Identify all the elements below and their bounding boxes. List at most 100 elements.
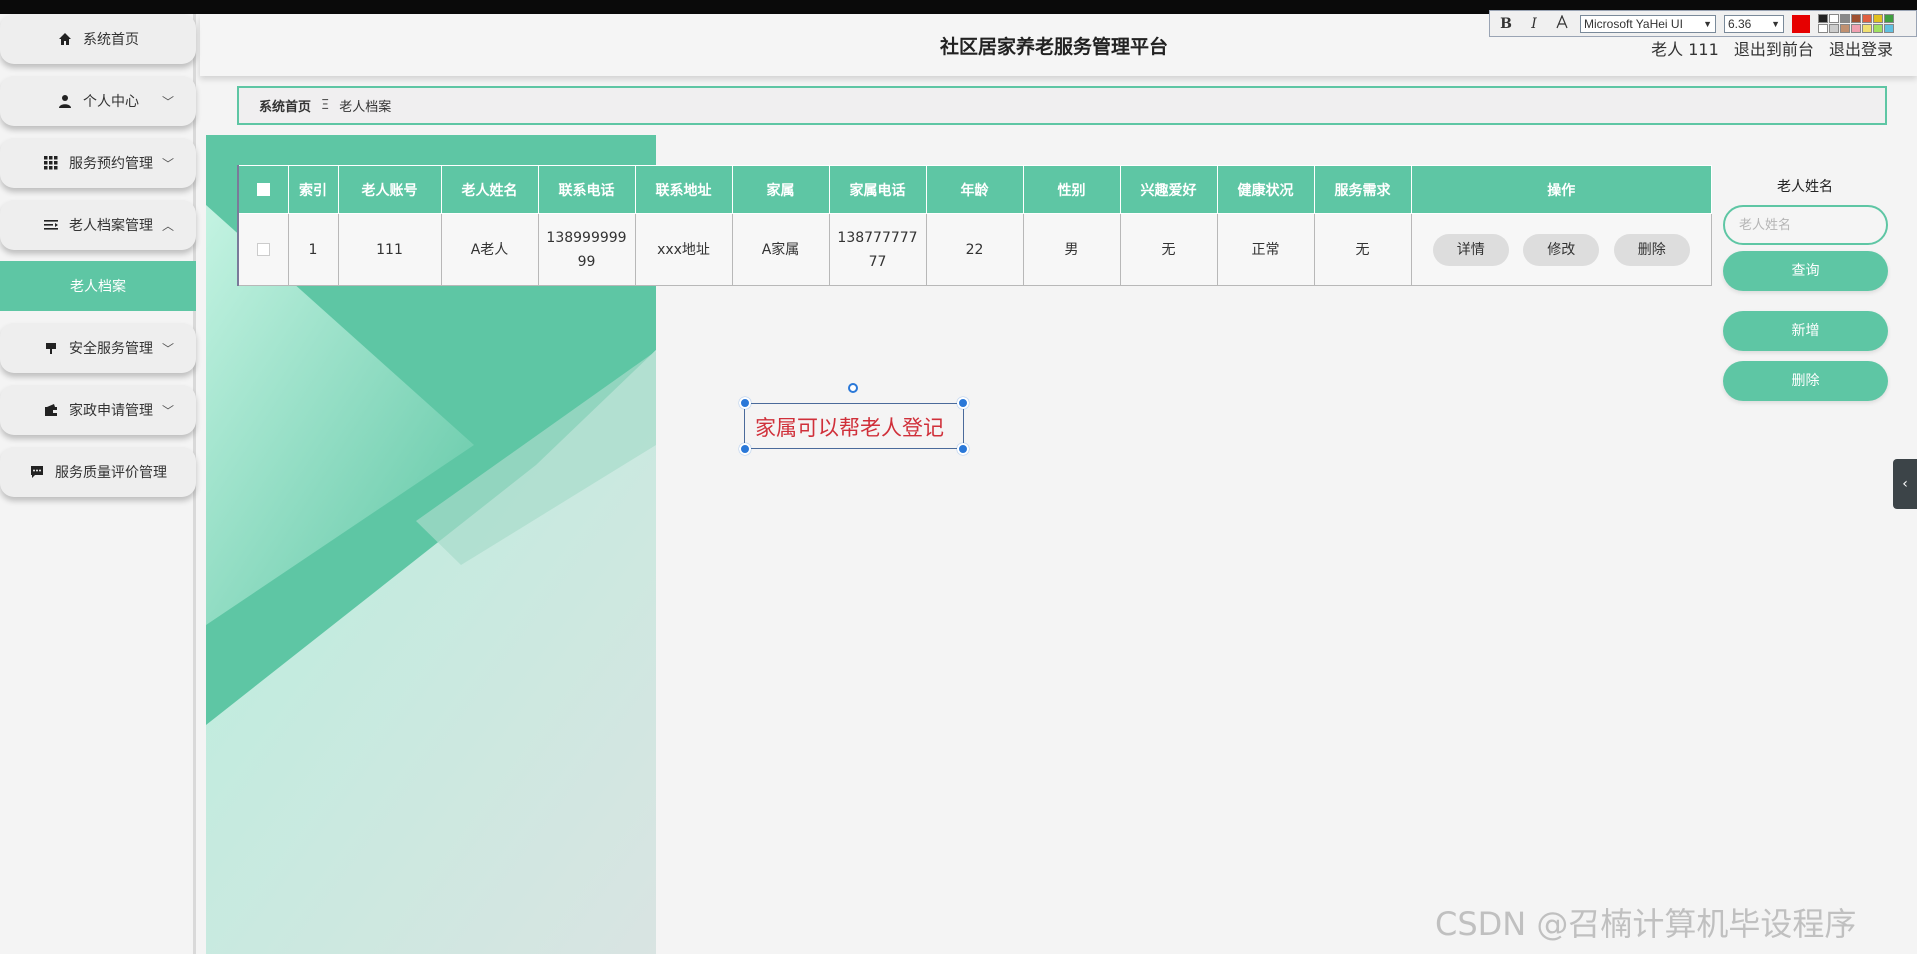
sidebar-item-label: 个人中心	[83, 94, 139, 110]
row-checkbox[interactable]	[256, 243, 270, 256]
cell-gender: 男	[1022, 213, 1121, 286]
sidebar: 系统首页 个人中心 ﹀ 服务预约管理 ﹀ 老人档案管理 ︿ 老人档案 安全服务管…	[0, 14, 196, 954]
sidebar-subitem-label: 老人档案	[70, 279, 126, 295]
column-header: 联系地址	[634, 165, 733, 214]
page-title: 社区居家养老服务管理平台	[940, 36, 1169, 58]
sidebar-item-home[interactable]: 系统首页	[0, 14, 196, 64]
sidebar-item-quality-review[interactable]: 服务质量评价管理	[0, 447, 196, 497]
cell-hobby: 无	[1119, 213, 1218, 286]
phone-line: 77	[868, 253, 887, 270]
cell-name: A老人	[440, 213, 539, 286]
chat-icon	[29, 464, 45, 480]
column-header: 老人姓名	[440, 165, 539, 214]
search-input[interactable]	[1723, 205, 1888, 245]
font-name-select[interactable]: Microsoft YaHei UI ▼	[1580, 14, 1716, 33]
breadcrumb: 系统首页 Ξ 老人档案	[237, 86, 1887, 125]
collapse-tab[interactable]: ‹	[1893, 459, 1917, 509]
sidebar-subitem-elder-archive[interactable]: 老人档案	[0, 261, 196, 311]
sidebar-item-label: 服务质量评价管理	[55, 465, 167, 481]
user-icon	[57, 93, 73, 109]
sidebar-item-label: 家政申请管理	[69, 403, 153, 419]
sidebar-item-personal-center[interactable]: 个人中心 ﹀	[0, 76, 196, 126]
detail-button[interactable]: 详情	[1432, 233, 1509, 266]
column-header: 家属	[731, 165, 830, 214]
column-header: 年龄	[925, 165, 1024, 214]
format-toolbar: B I Microsoft YaHei UI ▼ 6.36 ▼	[1489, 10, 1917, 37]
cell-needs: 无	[1313, 213, 1412, 286]
header-user-links: 老人 111 退出到前台 退出登录	[1641, 36, 1893, 60]
logout-link[interactable]: 退出登录	[1829, 40, 1893, 59]
cell-phone: 138999999 99	[537, 213, 636, 286]
phone-line: 138999999	[546, 229, 627, 246]
annotation-text: 家属可以帮老人登记	[755, 416, 944, 440]
annotation-textbox[interactable]: 家属可以帮老人登记	[744, 403, 964, 449]
cell-index: 1	[287, 213, 339, 286]
color-palette[interactable]	[1818, 14, 1894, 33]
text-effect-icon[interactable]	[1552, 13, 1572, 33]
row-select-cell	[237, 213, 289, 286]
select-all-cell	[237, 165, 289, 214]
chevron-down-icon: ﹀	[161, 341, 174, 356]
resize-handle-top-left[interactable]	[739, 397, 751, 409]
sidebar-item-elder-archive-mgmt[interactable]: 老人档案管理 ︿	[0, 200, 196, 250]
bold-button[interactable]: B	[1496, 16, 1516, 32]
cell-account: 111	[337, 213, 442, 286]
watermark: CSDN @召楠计算机毕设程序	[1435, 905, 1857, 943]
column-header: 健康状况	[1216, 165, 1315, 214]
phone-line: 138777777	[837, 229, 918, 246]
phone-line: 99	[577, 253, 596, 270]
column-header: 性别	[1022, 165, 1121, 214]
table-row: 1 111 A老人 138999999 99 xxx地址 A家属 1387777…	[237, 213, 1712, 286]
cell-health: 正常	[1216, 213, 1315, 286]
chevron-up-icon: ︿	[161, 218, 174, 233]
cell-family: A家属	[731, 213, 830, 286]
sidebar-item-label: 安全服务管理	[69, 341, 153, 357]
font-size-select[interactable]: 6.36 ▼	[1724, 14, 1784, 33]
resize-handle-bottom-left[interactable]	[739, 443, 751, 455]
search-label: 老人姓名	[1777, 179, 1833, 195]
elder-table: 索引 老人账号 老人姓名 联系电话 联系地址 家属 家属电话 年龄 性别 兴趣爱…	[237, 165, 1712, 286]
breadcrumb-current: 老人档案	[339, 100, 392, 115]
cell-actions: 详情 修改 删除	[1410, 213, 1712, 286]
chevron-down-icon: ﹀	[161, 403, 174, 418]
sidebar-item-label: 老人档案管理	[69, 218, 153, 234]
cell-age: 22	[925, 213, 1024, 286]
sidebar-item-service-booking[interactable]: 服务预约管理 ﹀	[0, 138, 196, 188]
sidebar-item-label: 服务预约管理	[69, 156, 153, 172]
grid-icon	[43, 155, 59, 171]
sidebar-item-housekeeping[interactable]: 家政申请管理 ﹀	[0, 385, 196, 435]
breadcrumb-home[interactable]: 系统首页	[259, 96, 311, 115]
font-name-value: Microsoft YaHei UI	[1584, 16, 1683, 31]
font-size-value: 6.36	[1728, 16, 1752, 31]
user-label: 老人 111	[1651, 40, 1719, 59]
sidebar-item-safety-service[interactable]: 安全服务管理 ﹀	[0, 323, 196, 373]
chevron-left-icon: ‹	[1902, 476, 1908, 492]
home-icon	[57, 31, 73, 47]
table-header-row: 索引 老人账号 老人姓名 联系电话 联系地址 家属 家属电话 年龄 性别 兴趣爱…	[237, 165, 1712, 214]
chevron-down-icon: ▼	[1703, 18, 1712, 29]
italic-button[interactable]: I	[1524, 16, 1544, 32]
chevron-down-icon: ﹀	[161, 94, 174, 109]
column-header: 操作	[1410, 165, 1712, 214]
resize-handle-bottom-right[interactable]	[957, 443, 969, 455]
delete-row-button[interactable]: 删除	[1613, 233, 1690, 266]
query-button[interactable]: 查询	[1723, 251, 1888, 291]
wallet-icon	[43, 402, 59, 418]
rotate-handle[interactable]	[848, 383, 858, 393]
column-header: 老人账号	[337, 165, 442, 214]
back-to-frontend-link[interactable]: 退出到前台	[1734, 40, 1814, 59]
resize-handle-top-right[interactable]	[957, 397, 969, 409]
breadcrumb-separator: Ξ	[321, 98, 330, 113]
chevron-down-icon: ▼	[1771, 18, 1780, 29]
batch-delete-button[interactable]: 删除	[1723, 361, 1888, 401]
list-icon	[43, 217, 59, 233]
select-all-checkbox[interactable]	[256, 183, 270, 196]
shield-icon	[43, 340, 59, 356]
edit-button[interactable]: 修改	[1523, 233, 1600, 266]
chevron-down-icon: ﹀	[161, 156, 174, 171]
cell-family-phone: 138777777 77	[828, 213, 927, 286]
column-header: 索引	[287, 165, 339, 214]
add-button[interactable]: 新增	[1723, 311, 1888, 351]
font-color-swatch[interactable]	[1792, 14, 1810, 33]
column-header: 家属电话	[828, 165, 927, 214]
